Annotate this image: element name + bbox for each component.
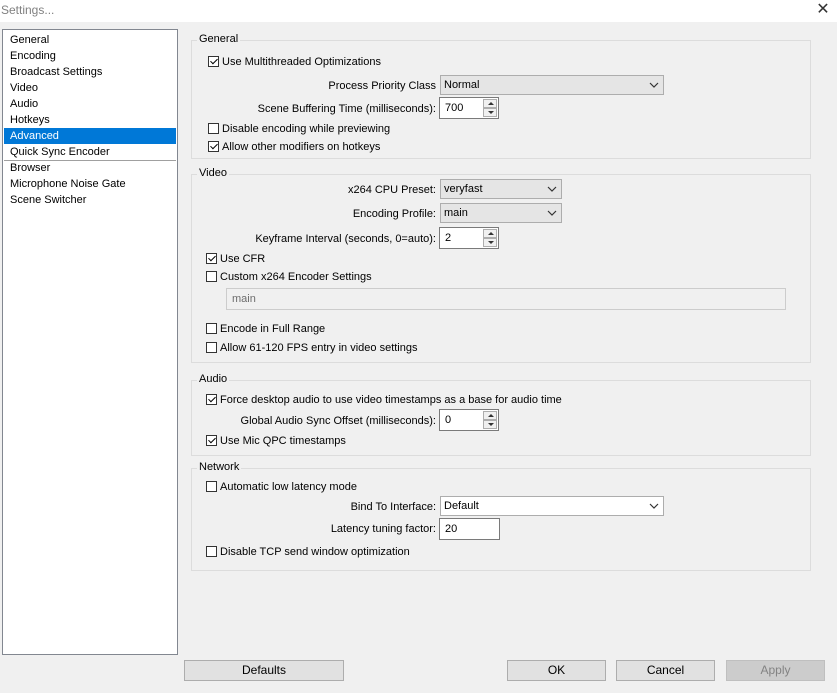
force-desktop-audio-checkbox[interactable]: Force desktop audio to use video timesta… [206, 392, 562, 407]
priority-dropdown[interactable]: Normal [440, 75, 664, 95]
chevron-down-icon [547, 210, 557, 216]
network-group-title: Network [197, 461, 242, 473]
spin-up-icon[interactable] [483, 411, 497, 420]
mic-qpc-checkbox[interactable]: Use Mic QPC timestamps [206, 433, 346, 448]
checkbox-label: Disable encoding while previewing [222, 122, 391, 135]
audio-group-title: Audio [197, 373, 230, 385]
preset-label: x264 CPU Preset: [347, 184, 436, 196]
allow-high-fps-checkbox[interactable]: Allow 61-120 FPS entry in video settings [206, 340, 418, 355]
defaults-button[interactable]: Defaults [184, 660, 344, 681]
preset-dropdown[interactable]: veryfast [440, 179, 562, 199]
latency-tuning-label: Latency tuning factor: [330, 523, 436, 535]
profile-label: Encoding Profile: [352, 208, 436, 220]
checkbox-box[interactable] [206, 481, 217, 492]
latency-tuning-input[interactable]: 20 [439, 518, 500, 540]
checkbox-label: Allow 61-120 FPS entry in video settings [220, 341, 418, 354]
bind-interface-value: Default [444, 500, 479, 512]
checkbox-box[interactable] [206, 323, 217, 334]
preset-value: veryfast [444, 183, 483, 195]
buffering-value: 700 [445, 102, 464, 114]
checkbox-box[interactable] [206, 342, 217, 353]
apply-button[interactable]: Apply [726, 660, 825, 681]
checkbox-label: Force desktop audio to use video timesta… [220, 393, 562, 406]
priority-label: Process Priority Class [328, 80, 436, 92]
sidebar-item-broadcast-settings[interactable]: Broadcast Settings [4, 64, 176, 80]
disable-preview-checkbox[interactable]: Disable encoding while previewing [208, 121, 390, 136]
spin-up-icon[interactable] [483, 229, 497, 238]
keyframe-label: Keyframe Interval (seconds, 0=auto): [255, 233, 436, 245]
checkbox-label: Custom x264 Encoder Settings [220, 270, 372, 283]
close-icon[interactable]: ✕ [812, 0, 834, 20]
checkbox-label: Use Multithreaded Optimizations [222, 55, 381, 68]
sync-offset-spinbox[interactable]: 0 [439, 409, 499, 431]
chevron-down-icon [649, 82, 659, 88]
use-cfr-checkbox[interactable]: Use CFR [206, 251, 265, 266]
buffering-label: Scene Buffering Time (milliseconds): [257, 103, 436, 115]
ok-button[interactable]: OK [507, 660, 606, 681]
allow-modifiers-checkbox[interactable]: Allow other modifiers on hotkeys [208, 139, 380, 154]
checkbox-box[interactable] [206, 271, 217, 282]
multithreaded-checkbox[interactable]: Use Multithreaded Optimizations [208, 54, 381, 69]
profile-dropdown[interactable]: main [440, 203, 562, 223]
window-title: Settings... [1, 3, 55, 17]
sync-offset-label: Global Audio Sync Offset (milliseconds): [240, 415, 436, 427]
sidebar-item-general[interactable]: General [4, 32, 176, 48]
checkbox-label: Encode in Full Range [220, 322, 326, 335]
cancel-button[interactable]: Cancel [616, 660, 715, 681]
sidebar-item-advanced[interactable]: Advanced [4, 128, 176, 144]
settings-category-list[interactable]: General Encoding Broadcast Settings Vide… [2, 29, 178, 655]
keyframe-spinbox[interactable]: 2 [439, 227, 499, 249]
title-bar [0, 0, 837, 22]
low-latency-checkbox[interactable]: Automatic low latency mode [206, 479, 357, 494]
chevron-down-icon [547, 186, 557, 192]
checkbox-label: Allow other modifiers on hotkeys [222, 140, 381, 153]
sidebar-item-hotkeys[interactable]: Hotkeys [4, 112, 176, 128]
sync-offset-value: 0 [445, 414, 452, 426]
sidebar-item-browser[interactable]: Browser [4, 160, 176, 176]
keyframe-value: 2 [445, 232, 452, 244]
checkbox-box[interactable] [208, 56, 219, 67]
disable-tcp-checkbox[interactable]: Disable TCP send window optimization [206, 544, 410, 559]
spin-down-icon[interactable] [483, 238, 497, 247]
video-group-title: Video [197, 167, 229, 179]
full-range-checkbox[interactable]: Encode in Full Range [206, 321, 325, 336]
custom-x264-settings-input[interactable]: main [226, 288, 786, 310]
sidebar-item-quick-sync-encoder[interactable]: Quick Sync Encoder [4, 144, 176, 160]
sidebar-item-audio[interactable]: Audio [4, 96, 176, 112]
sidebar-item-video[interactable]: Video [4, 80, 176, 96]
custom-x264-settings-value: main [232, 293, 256, 305]
sidebar-item-encoding[interactable]: Encoding [4, 48, 176, 64]
spin-down-icon[interactable] [483, 108, 497, 117]
general-group-title: General [197, 33, 241, 45]
checkbox-label: Automatic low latency mode [220, 480, 357, 493]
chevron-down-icon [649, 503, 659, 509]
checkbox-box[interactable] [206, 546, 217, 557]
priority-value: Normal [444, 79, 480, 91]
custom-x264-checkbox[interactable]: Custom x264 Encoder Settings [206, 269, 372, 284]
checkbox-box[interactable] [208, 141, 219, 152]
sidebar-item-scene-switcher[interactable]: Scene Switcher [4, 192, 176, 208]
bind-interface-label: Bind To Interface: [350, 501, 436, 513]
checkbox-label: Disable TCP send window optimization [220, 545, 410, 558]
checkbox-box[interactable] [208, 123, 219, 134]
checkbox-label: Use CFR [220, 252, 266, 265]
profile-value: main [444, 207, 468, 219]
buffering-spinbox[interactable]: 700 [439, 97, 499, 119]
checkbox-box[interactable] [206, 435, 217, 446]
checkbox-box[interactable] [206, 394, 217, 405]
sidebar-item-microphone-noise-gate[interactable]: Microphone Noise Gate [4, 176, 176, 192]
spin-up-icon[interactable] [483, 99, 497, 108]
latency-tuning-value: 20 [445, 523, 458, 535]
checkbox-box[interactable] [206, 253, 217, 264]
bind-interface-dropdown[interactable]: Default [440, 496, 664, 516]
spin-down-icon[interactable] [483, 420, 497, 429]
checkbox-label: Use Mic QPC timestamps [220, 434, 346, 447]
